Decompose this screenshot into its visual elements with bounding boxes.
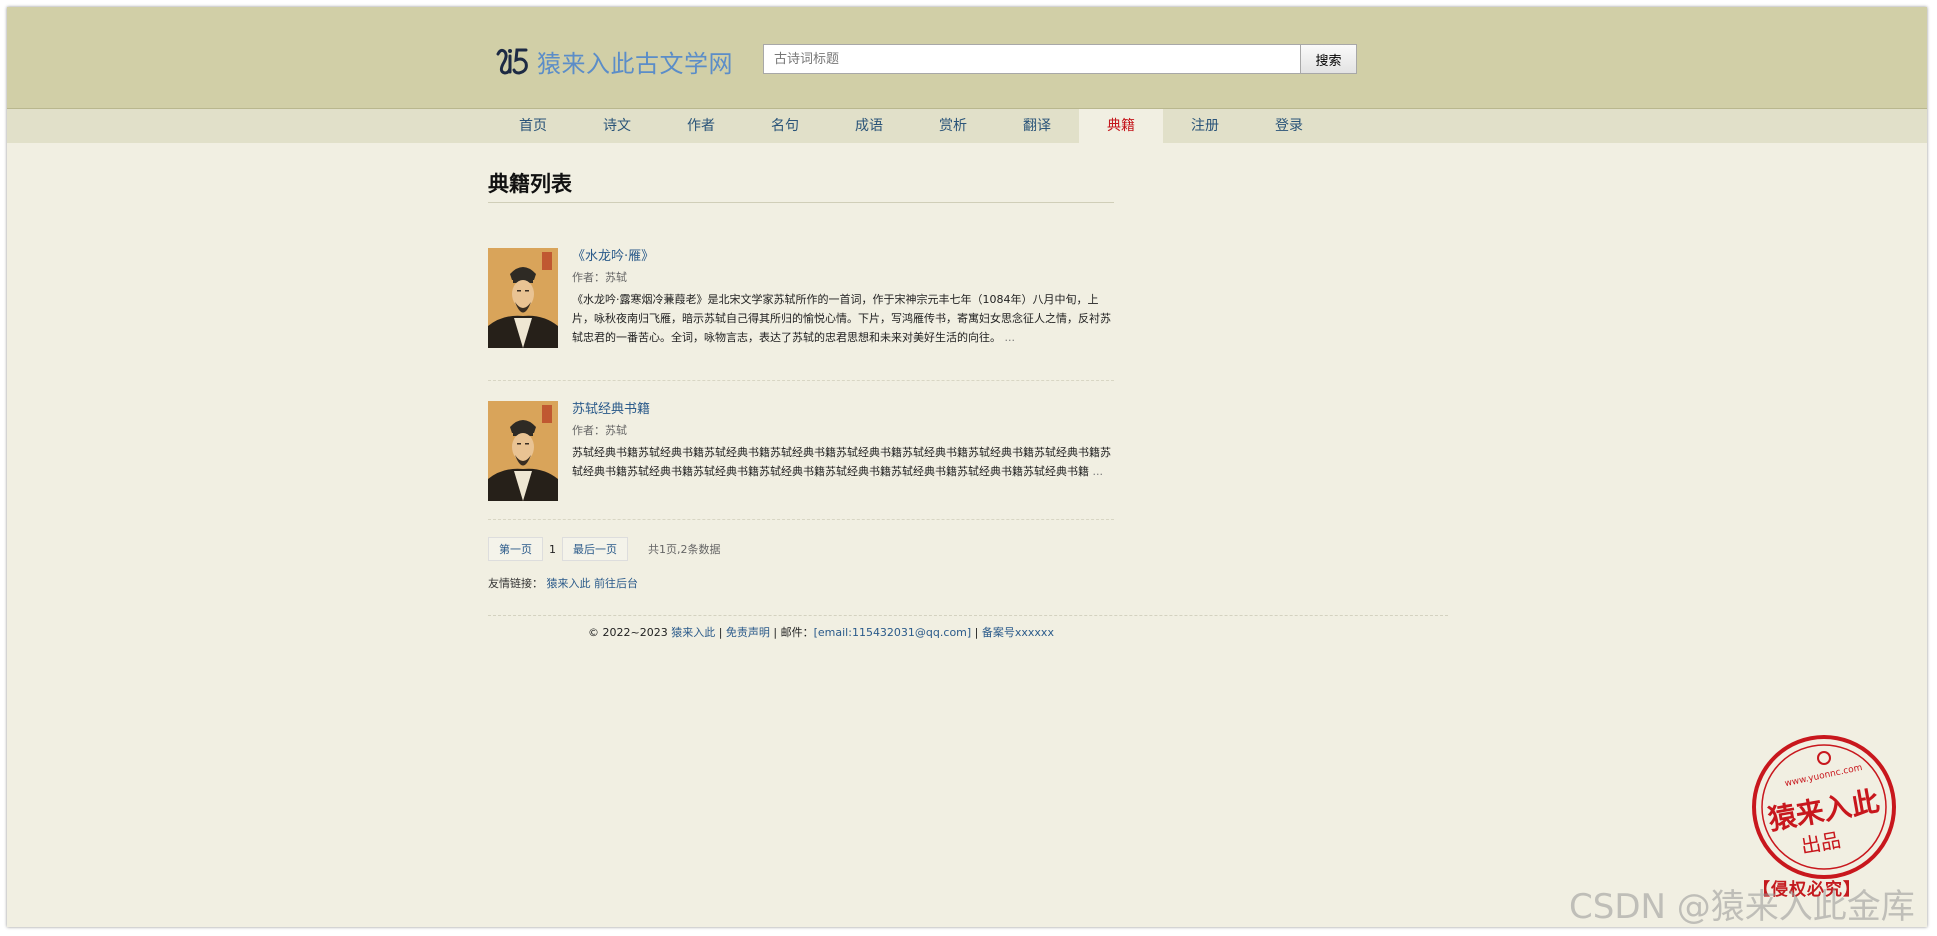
footer-divider	[488, 615, 1448, 616]
copyright: © 2022~2023	[588, 626, 668, 639]
portrait-icon	[488, 401, 558, 501]
nav-item-register[interactable]: 注册	[1163, 109, 1247, 143]
nav-item-translation[interactable]: 翻译	[995, 109, 1079, 143]
portrait-icon	[488, 248, 558, 348]
seal-icon: www.yuonnc.com 猿来入此 出品	[1752, 735, 1896, 879]
svg-text:猿来入此: 猿来入此	[1765, 785, 1882, 837]
pagination: 第一页 1 最后一页 共1页,2条数据	[488, 537, 1114, 561]
book-description: 《水龙吟·露寒烟冷蒹葭老》是北宋文学家苏轼所作的一首词，作于宋神宗元丰七年（10…	[488, 290, 1114, 347]
last-page-button[interactable]: 最后一页	[562, 537, 628, 561]
svg-text:出品: 出品	[1799, 828, 1843, 859]
footer-site-link[interactable]: 猿来入此	[671, 626, 715, 639]
book-cover-image[interactable]	[488, 248, 558, 348]
nav-item-login[interactable]: 登录	[1247, 109, 1331, 143]
nav-item-appreciation[interactable]: 赏析	[911, 109, 995, 143]
email-link[interactable]: [email:115432031@qq.com]	[814, 626, 972, 639]
search-button[interactable]: 搜索	[1301, 44, 1357, 74]
page-summary: 共1页,2条数据	[648, 543, 721, 556]
current-page: 1	[549, 542, 556, 556]
search-input[interactable]	[763, 44, 1301, 74]
seal-stamp: www.yuonnc.com 猿来入此 出品	[1749, 732, 1899, 886]
browser-page: 猿来入此古文学网 搜索 首页 诗文 作者 名句 成语 赏析 翻译 典籍 注册 登…	[7, 7, 1927, 927]
nav-item-authors[interactable]: 作者	[659, 109, 743, 143]
logo-icon	[496, 48, 528, 75]
disclaimer-link[interactable]: 免责声明	[726, 626, 770, 639]
site-header: 猿来入此古文学网 搜索	[7, 7, 1927, 109]
nav-item-poems[interactable]: 诗文	[575, 109, 659, 143]
friend-link-site[interactable]: 猿来入此	[547, 577, 591, 590]
page-title: 典籍列表	[488, 143, 1114, 203]
nav-item-quotes[interactable]: 名句	[743, 109, 827, 143]
book-description: 苏轼经典书籍苏轼经典书籍苏轼经典书籍苏轼经典书籍苏轼经典书籍苏轼经典书籍苏轼经典…	[488, 443, 1114, 481]
nav-item-idioms[interactable]: 成语	[827, 109, 911, 143]
read-more-ellipsis[interactable]: ...	[1005, 331, 1016, 344]
main-content: 典籍列表 《水龙吟·雁》 作者：苏轼 《水龙吟·露寒烟冷蒹葭老》是北宋文学家苏轼…	[488, 143, 1114, 591]
footer-separator: |	[715, 626, 726, 639]
book-description-text: 苏轼经典书籍苏轼经典书籍苏轼经典书籍苏轼经典书籍苏轼经典书籍苏轼经典书籍苏轼经典…	[572, 446, 1111, 478]
book-title-link[interactable]: 《水龙吟·雁》	[488, 248, 1114, 266]
svg-text:www.yuonnc.com: www.yuonnc.com	[1784, 763, 1863, 789]
site-name: 猿来入此古文学网	[537, 49, 733, 78]
book-description-text: 《水龙吟·露寒烟冷蒹葭老》是北宋文学家苏轼所作的一首词，作于宋神宗元丰七年（10…	[572, 293, 1111, 344]
friend-link-admin[interactable]: 前往后台	[594, 577, 638, 590]
book-item: 《水龙吟·雁》 作者：苏轼 《水龙吟·露寒烟冷蒹葭老》是北宋文学家苏轼所作的一首…	[488, 248, 1114, 381]
main-nav: 首页 诗文 作者 名句 成语 赏析 翻译 典籍 注册 登录	[7, 109, 1927, 143]
book-item: 苏轼经典书籍 作者：苏轼 苏轼经典书籍苏轼经典书籍苏轼经典书籍苏轼经典书籍苏轼经…	[488, 401, 1114, 520]
nav-item-classics[interactable]: 典籍	[1079, 109, 1163, 143]
first-page-button[interactable]: 第一页	[488, 537, 543, 561]
icp-link[interactable]: 备案号xxxxxx	[982, 626, 1054, 639]
site-logo[interactable]: 猿来入此古文学网	[493, 41, 733, 81]
book-cover-image[interactable]	[488, 401, 558, 501]
read-more-ellipsis[interactable]: ...	[1093, 465, 1104, 478]
csdn-watermark: CSDN @猿来入此金库	[1569, 887, 1915, 927]
site-footer: © 2022~2023 猿来入此 | 免责声明 | 邮件：[email:1154…	[588, 624, 1054, 640]
nav-item-home[interactable]: 首页	[491, 109, 575, 143]
nav-list: 首页 诗文 作者 名句 成语 赏析 翻译 典籍 注册 登录	[491, 109, 1331, 143]
friend-links: 友情链接： 猿来入此 前往后台	[488, 575, 1114, 591]
book-author: 作者：苏轼	[572, 271, 627, 284]
friend-links-label: 友情链接：	[488, 577, 543, 590]
footer-email-label: | 邮件：	[769, 626, 814, 639]
search-bar: 搜索	[763, 44, 1357, 74]
footer-separator: |	[971, 626, 982, 639]
book-author: 作者：苏轼	[572, 424, 627, 437]
book-title-link[interactable]: 苏轼经典书籍	[488, 401, 1114, 419]
